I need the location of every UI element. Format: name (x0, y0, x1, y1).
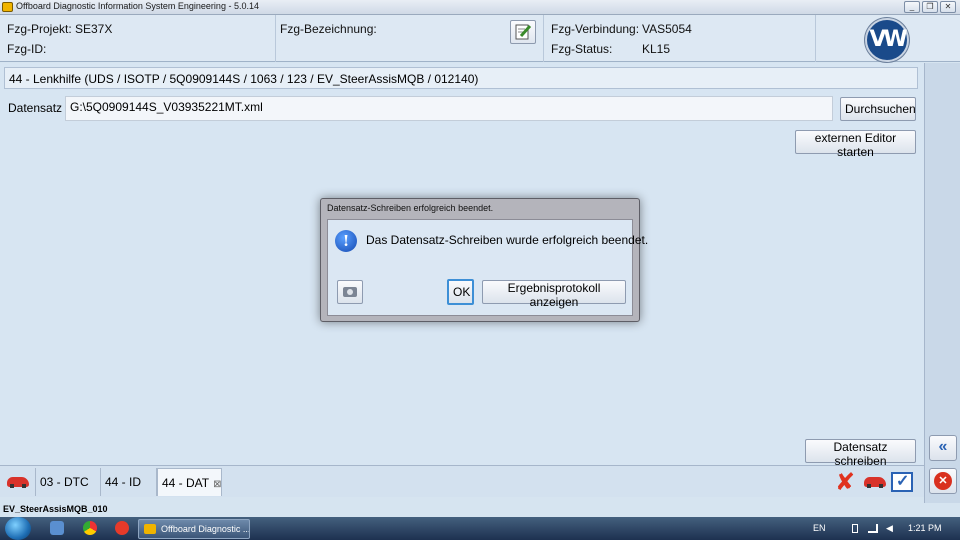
header-cell-project: Fzg-Projekt: SE37X Fzg-ID: (0, 15, 276, 62)
status-value: KL15 (642, 42, 671, 56)
close-session-button[interactable]: ✕ (929, 468, 957, 494)
external-editor-button[interactable]: externen Editor starten (795, 130, 916, 159)
explorer-icon[interactable] (50, 521, 64, 535)
success-dialog: Datensatz-Schreiben erfolgreich beendet.… (320, 198, 648, 322)
header-cell-bezeichnung: Fzg-Bezeichnung: (276, 15, 544, 62)
datensatz-path-field[interactable]: G:\5Q0909144S_V03935221MT.xml (65, 96, 833, 121)
cancel-x-icon[interactable]: ✘ (835, 470, 855, 494)
window-titlebar: Offboard Diagnostic Information System E… (0, 0, 960, 15)
info-icon: ! (335, 230, 357, 252)
header-cell-connection: Fzg-Verbindung: VAS5054 Fzg-Status: KL15 (544, 15, 816, 62)
tab-dtc[interactable]: 03 - DTC (36, 468, 101, 496)
projekt-value: SE37X (75, 22, 113, 36)
tab-bar: 03 - DTC 44 - ID 44 - DAT ⊠ ✘ ✓ (0, 465, 924, 497)
camera-icon (343, 287, 357, 297)
odis-task-icon (144, 524, 156, 534)
network-icon[interactable] (868, 524, 878, 533)
windows-taskbar: Offboard Diagnostic ... EN ◀ 1:21 PM (0, 517, 960, 540)
car-icon-toolbar[interactable] (864, 477, 886, 488)
datensatz-label: Datensatz (8, 101, 63, 115)
restore-button[interactable]: ❐ (922, 1, 938, 13)
tab-vehicle[interactable] (0, 468, 36, 496)
ecu-info-bar: 44 - Lenkhilfe (UDS / ISOTP / 5Q0909144S… (4, 67, 918, 89)
volume-icon[interactable]: ◀ (886, 523, 893, 534)
app-icon (2, 2, 13, 12)
tab-dat[interactable]: 44 - DAT ⊠ (157, 468, 222, 496)
window-controls: _ ❐ ✕ (904, 1, 956, 13)
checklist-icon[interactable]: ✓ (891, 472, 913, 492)
battery-icon[interactable] (852, 524, 858, 533)
verbindung-label: Fzg-Verbindung: (551, 22, 640, 36)
browse-button[interactable]: Durchsuchen (840, 97, 916, 121)
window-title: Offboard Diagnostic Information System E… (16, 1, 259, 11)
language-indicator[interactable]: EN (813, 523, 826, 533)
collapse-left-button[interactable]: « (929, 435, 957, 461)
vehicle-header: Fzg-Projekt: SE37X Fzg-ID: Fzg-Bezeichnu… (0, 15, 960, 62)
edit-icon (515, 24, 532, 40)
dialog-message: Das Datensatz-Schreiben wurde erfolgreic… (366, 233, 649, 247)
vw-logo-text: VW (869, 27, 907, 52)
id-label: Fzg-ID: (7, 42, 47, 56)
tab-dat-label: 44 - DAT (162, 476, 210, 490)
tab-id[interactable]: 44 - ID (101, 468, 157, 496)
right-sidebar: « ✕ (924, 63, 960, 503)
projekt-label: Fzg-Projekt: (7, 22, 72, 36)
ok-button[interactable]: OK (447, 279, 474, 305)
edit-icon-button[interactable] (510, 20, 536, 44)
verbindung-value: VAS5054 (642, 22, 692, 36)
minimize-button[interactable]: _ (904, 1, 920, 13)
clock[interactable]: 1:21 PM (908, 523, 942, 533)
chrome-icon[interactable] (83, 521, 97, 535)
show-protocol-button[interactable]: Ergebnisprotokoll anzeigen (482, 280, 626, 309)
bezeichnung-label: Fzg-Bezeichnung: (280, 22, 377, 36)
double-chevron-left-icon: « (938, 438, 948, 455)
status-line: EV_SteerAssisMQB_010 (0, 497, 924, 517)
yandex-icon[interactable] (115, 521, 129, 535)
car-icon (7, 477, 29, 488)
dialog-title: Datensatz-Schreiben erfolgreich beendet. (327, 203, 494, 213)
close-circle-icon: ✕ (934, 472, 952, 490)
close-window-button[interactable]: ✕ (940, 1, 956, 13)
tab-close-icon[interactable]: ⊠ (213, 479, 221, 490)
status-label: Fzg-Status: (551, 42, 613, 56)
vw-logo: VW (865, 18, 909, 62)
write-dataset-button[interactable]: Datensatz schreiben (805, 439, 916, 468)
start-button[interactable] (5, 517, 31, 540)
taskbar-odis-task[interactable]: Offboard Diagnostic ... (138, 519, 250, 539)
taskbar-task-label: Offboard Diagnostic ... (161, 524, 250, 534)
dialog-body: ! Das Datensatz-Schreiben wurde erfolgre… (327, 219, 648, 316)
screenshot-button[interactable] (337, 280, 363, 304)
